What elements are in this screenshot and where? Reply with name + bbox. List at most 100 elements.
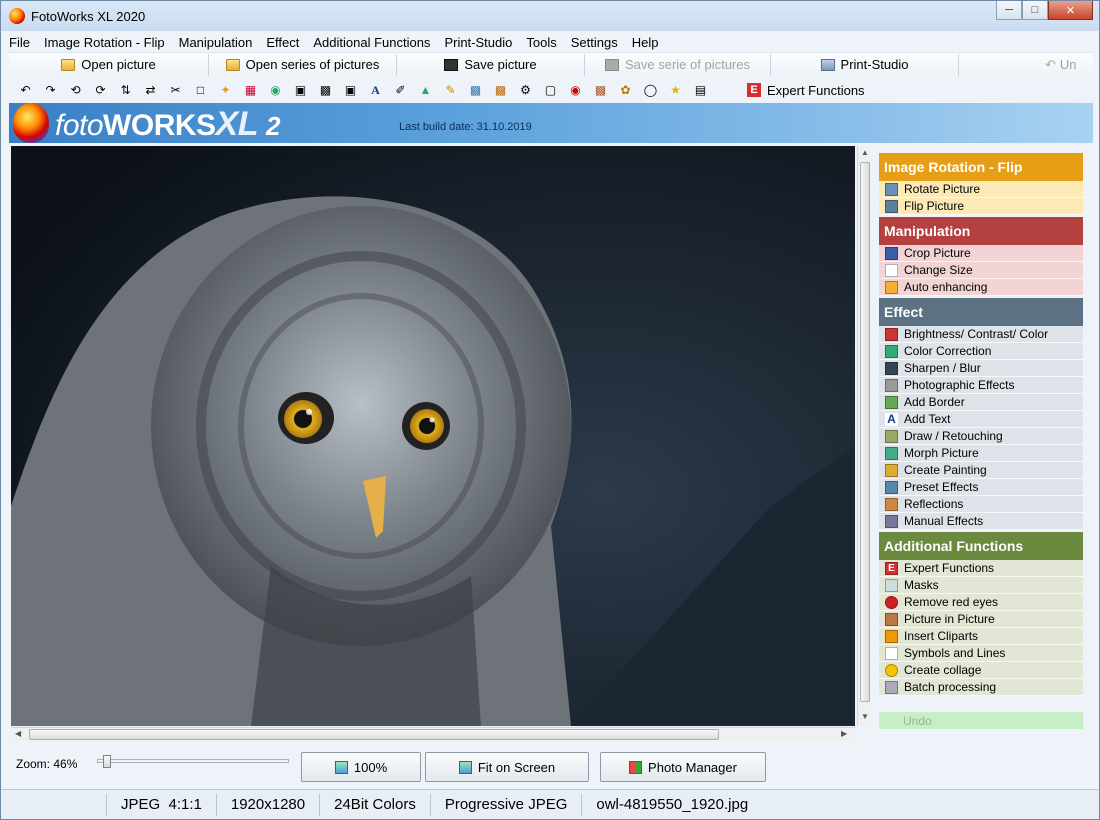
reflections-icon[interactable]: ▩ <box>492 82 509 99</box>
cliparts-icon[interactable]: ✿ <box>617 82 634 99</box>
sidebar-item-auto-enhancing[interactable]: Auto enhancing <box>879 279 1083 296</box>
rotate-left-icon[interactable]: ↶ <box>17 82 34 99</box>
crop-icon[interactable]: ✂ <box>167 82 184 99</box>
menu-effect[interactable]: Effect <box>266 35 299 50</box>
close-button[interactable]: ✕ <box>1048 1 1093 20</box>
morph-icon[interactable]: ▲ <box>417 82 434 99</box>
section-title[interactable]: Additional Functions <box>879 532 1083 560</box>
sidebar-item-label: Crop Picture <box>904 246 971 260</box>
expert-functions-button[interactable]: E Expert Functions <box>747 83 865 98</box>
collage-icon[interactable]: ★ <box>667 82 684 99</box>
sidebar-item-photographic-effects[interactable]: Photographic Effects <box>879 377 1083 394</box>
vertical-scrollbar[interactable]: ▲ ▼ <box>857 146 871 726</box>
menu-settings[interactable]: Settings <box>571 35 618 50</box>
red-eye-icon[interactable]: ◉ <box>567 82 584 99</box>
sidebar-item-batch-processing[interactable]: Batch processing <box>879 679 1083 696</box>
menu-help[interactable]: Help <box>632 35 659 50</box>
rotate-cw-icon[interactable]: ⟳ <box>92 82 109 99</box>
zoom-slider[interactable] <box>97 755 289 769</box>
undo-button[interactable]: Undo <box>879 712 1083 729</box>
open-series-button[interactable]: Open series of pictures <box>209 53 397 76</box>
scroll-left-icon[interactable]: ◀ <box>15 729 21 738</box>
sidebar-item-rotate-picture[interactable]: Rotate Picture <box>879 181 1083 198</box>
print-studio-button[interactable]: Print-Studio <box>771 53 959 76</box>
menu-manipulation[interactable]: Manipulation <box>179 35 253 50</box>
scroll-right-icon[interactable]: ▶ <box>841 729 847 738</box>
zoom-100-button[interactable]: 100% <box>301 752 421 782</box>
scroll-up-icon[interactable]: ▲ <box>861 148 869 157</box>
scroll-down-icon[interactable]: ▼ <box>861 712 869 721</box>
symbols-icon[interactable]: ◯ <box>642 82 659 99</box>
sidebar-item-label: Auto enhancing <box>904 280 988 294</box>
flip-vertical-icon[interactable]: ⇅ <box>117 82 134 99</box>
menu-image-rotation[interactable]: Image Rotation - Flip <box>44 35 165 50</box>
preset-effects-icon[interactable]: ▩ <box>467 82 484 99</box>
print-studio-label: Print-Studio <box>840 57 909 72</box>
sidebar-item-expert-functions[interactable]: E Expert Functions <box>879 560 1083 577</box>
open-picture-button[interactable]: Open picture <box>9 53 209 76</box>
add-text-icon[interactable]: A <box>367 82 384 99</box>
sidebar-item-remove-red-eyes[interactable]: Remove red eyes <box>879 594 1083 611</box>
horizontal-scrollbar[interactable]: ◀ ▶ <box>11 727 855 741</box>
menu-print-studio[interactable]: Print-Studio <box>444 35 512 50</box>
sidebar-item-change-size[interactable]: Change Size <box>879 262 1083 279</box>
horizontal-scroll-thumb[interactable] <box>29 729 719 740</box>
section-title[interactable]: Manipulation <box>879 217 1083 245</box>
title-bar[interactable]: FotoWorks XL 2020 ─ □ ✕ <box>1 1 1099 31</box>
sidebar-item-add-text[interactable]: A Add Text <box>879 411 1083 428</box>
flip-horizontal-icon[interactable]: ⇄ <box>142 82 159 99</box>
sidebar-item-preset-effects[interactable]: Preset Effects <box>879 479 1083 496</box>
sidebar-item-sharpen-blur[interactable]: Sharpen / Blur <box>879 360 1083 377</box>
sidebar-item-morph-picture[interactable]: Morph Picture <box>879 445 1083 462</box>
photo-effects-icon[interactable]: ▩ <box>317 82 334 99</box>
save-picture-button[interactable]: Save picture <box>397 53 585 76</box>
zoom-knob[interactable] <box>103 755 111 768</box>
menu-tools[interactable]: Tools <box>526 35 556 50</box>
sidebar-item-draw-retouching[interactable]: Draw / Retouching <box>879 428 1083 445</box>
menu-file[interactable]: File <box>9 35 30 50</box>
sidebar-item-add-border[interactable]: Add Border <box>879 394 1083 411</box>
sidebar-item-create-collage[interactable]: Create collage <box>879 662 1083 679</box>
sidebar-item-brightness[interactable]: Brightness/ Contrast/ Color <box>879 326 1083 343</box>
sidebar-item-insert-cliparts[interactable]: Insert Cliparts <box>879 628 1083 645</box>
minimize-button[interactable]: ─ <box>996 1 1022 20</box>
fit-on-screen-button[interactable]: Fit on Screen <box>425 752 589 782</box>
magic-wand-icon <box>885 280 898 294</box>
sidebar-item-flip-picture[interactable]: Flip Picture <box>879 198 1083 215</box>
sidebar-item-manual-effects[interactable]: Manual Effects <box>879 513 1083 530</box>
vertical-scroll-thumb[interactable] <box>860 162 870 702</box>
painting-icon[interactable]: ✎ <box>442 82 459 99</box>
add-border-icon[interactable]: ▣ <box>342 82 359 99</box>
undo-toolbar-button[interactable]: ↶ Un <box>959 54 1085 76</box>
sidebar-item-reflections[interactable]: Reflections <box>879 496 1083 513</box>
sidebar-item-masks[interactable]: Masks <box>879 577 1083 594</box>
sidebar-item-color-correction[interactable]: Color Correction <box>879 343 1083 360</box>
zoom-track[interactable] <box>97 759 289 763</box>
sidebar-item-create-painting[interactable]: Create Painting <box>879 462 1083 479</box>
sharpen-icon[interactable]: ▣ <box>292 82 309 99</box>
sidebar-item-crop-picture[interactable]: Crop Picture <box>879 245 1083 262</box>
masks-icon[interactable]: ▢ <box>542 82 559 99</box>
auto-enhance-icon[interactable]: ✦ <box>217 82 234 99</box>
image-canvas[interactable] <box>11 146 855 726</box>
sidebar-item-picture-in-picture[interactable]: Picture in Picture <box>879 611 1083 628</box>
section-title[interactable]: Effect <box>879 298 1083 326</box>
batch-icon[interactable]: ▤ <box>692 82 709 99</box>
zoom-100-label: 100% <box>353 759 388 775</box>
maximize-button[interactable]: □ <box>1022 1 1048 20</box>
draw-icon[interactable]: ✐ <box>392 82 409 99</box>
menu-additional-functions[interactable]: Additional Functions <box>313 35 430 50</box>
balloon-logo-icon <box>13 103 49 143</box>
rotate-ccw-icon[interactable]: ⟲ <box>67 82 84 99</box>
change-size-icon[interactable]: □ <box>192 82 209 99</box>
picture-in-picture-icon[interactable]: ▩ <box>592 82 609 99</box>
brightness-icon[interactable]: ▦ <box>242 82 259 99</box>
color-correction-icon[interactable]: ◉ <box>267 82 284 99</box>
save-serie-button[interactable]: Save serie of pictures <box>585 53 771 76</box>
manual-effects-icon[interactable]: ⚙ <box>517 82 534 99</box>
sidebar-item-label: Change Size <box>904 263 973 277</box>
rotate-right-icon[interactable]: ↷ <box>42 82 59 99</box>
section-title[interactable]: Image Rotation - Flip <box>879 153 1083 181</box>
photo-manager-button[interactable]: Photo Manager <box>600 752 766 782</box>
sidebar-item-symbols-lines[interactable]: Symbols and Lines <box>879 645 1083 662</box>
